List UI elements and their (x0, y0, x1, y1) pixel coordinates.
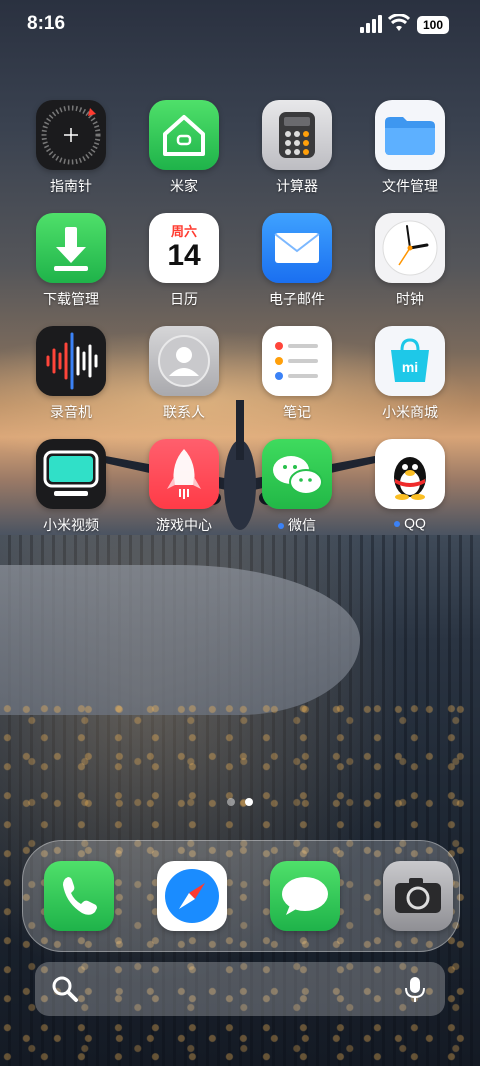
app-mail[interactable]: 电子邮件 (254, 213, 340, 309)
compass-icon (36, 100, 106, 170)
app-mijia[interactable]: 米家 (141, 100, 227, 196)
calculator-icon (262, 100, 332, 170)
search-bar[interactable] (35, 962, 445, 1016)
calendar-weekday: 周六 (170, 224, 197, 239)
mi-logo-text: mi (402, 359, 418, 375)
app-label: 游戏中心 (156, 517, 212, 533)
app-label: 微信 (254, 515, 340, 535)
app-label: 小米商城 (382, 404, 438, 420)
app-label: 电子邮件 (269, 291, 325, 307)
safari-compass-icon (157, 861, 227, 931)
page-indicator[interactable] (0, 798, 480, 806)
app-label: 录音机 (50, 404, 92, 420)
mijia-home-icon (149, 100, 219, 170)
app-label: 联系人 (163, 404, 205, 420)
app-downloads[interactable]: 下载管理 (28, 213, 114, 309)
app-game-center[interactable]: 游戏中心 (141, 439, 227, 535)
qq-penguin-icon (375, 439, 445, 509)
contacts-icon (149, 326, 219, 396)
app-label: 计算器 (276, 178, 318, 194)
app-calculator[interactable]: 计算器 (254, 100, 340, 196)
wifi-icon (388, 14, 410, 31)
app-label: 下载管理 (43, 291, 99, 307)
notification-dot (394, 521, 401, 528)
folder-icon (375, 100, 445, 170)
notification-dot (278, 523, 284, 530)
voice-recorder-icon (36, 326, 106, 396)
cellular-signal-icon (360, 15, 382, 33)
app-mi-video[interactable]: 小米视频 (28, 439, 114, 535)
app-notes[interactable]: 笔记 (254, 326, 340, 422)
app-contacts[interactable]: 联系人 (141, 326, 227, 422)
messages-icon (270, 861, 340, 931)
harbor-water (0, 565, 360, 715)
app-label-text: QQ (404, 515, 426, 531)
app-mi-store[interactable]: mi 小米商城 (367, 326, 453, 422)
app-clock[interactable]: 时钟 (367, 213, 453, 309)
dock-phone[interactable] (36, 861, 122, 931)
dock-browser[interactable] (149, 861, 235, 931)
search-icon (52, 976, 78, 1002)
status-time: 8:16 (27, 13, 66, 34)
download-icon (36, 213, 106, 283)
status-bar: 8:16 100 (0, 0, 480, 52)
dock-camera[interactable] (375, 861, 461, 931)
app-recorder[interactable]: 录音机 (28, 326, 114, 422)
camera-icon (383, 861, 453, 931)
dock (22, 840, 460, 952)
page-dot-2[interactable] (245, 798, 253, 806)
mail-icon (262, 213, 332, 283)
app-label: QQ (367, 515, 453, 531)
calendar-icon: 周六 14 (149, 213, 219, 283)
wechat-icon (262, 439, 332, 509)
app-wechat[interactable]: 微信 (254, 439, 340, 535)
calendar-day: 14 (167, 239, 201, 272)
notes-icon (262, 326, 332, 396)
tv-icon (36, 439, 106, 509)
rocket-icon (149, 439, 219, 509)
clock-icon (375, 213, 445, 283)
app-label: 日历 (170, 291, 198, 307)
app-calendar[interactable]: 周六 14 日历 (141, 213, 227, 309)
microphone-icon[interactable] (403, 975, 427, 1003)
app-files[interactable]: 文件管理 (367, 100, 453, 196)
app-label: 文件管理 (382, 178, 438, 194)
page-dot-1[interactable] (227, 798, 235, 806)
phone-icon (44, 861, 114, 931)
app-label: 米家 (170, 178, 198, 194)
battery-indicator: 100 (417, 16, 449, 34)
app-label: 小米视频 (43, 517, 99, 533)
app-qq[interactable]: QQ (367, 439, 453, 531)
dock-messages[interactable] (262, 861, 348, 931)
app-label: 时钟 (396, 291, 424, 307)
app-label: 指南针 (50, 178, 92, 194)
app-label-text: 微信 (288, 517, 316, 533)
mi-store-icon: mi (375, 326, 445, 396)
app-label: 笔记 (283, 404, 311, 420)
app-compass[interactable]: 指南针 (28, 100, 114, 196)
